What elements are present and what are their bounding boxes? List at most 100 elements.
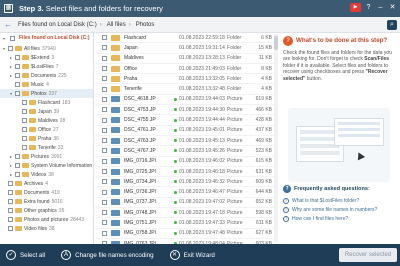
close-icon[interactable]: ✕ — [388, 3, 397, 12]
file-row[interactable]: IMG_0758.JPG 01.08.2023 19:47:48 Picture 62… — [95, 229, 275, 239]
back-arrow-icon[interactable]: ← — [0, 20, 16, 29]
file-checkbox[interactable] — [102, 86, 107, 92]
youtube-icon[interactable]: ▶ — [350, 3, 361, 12]
tree-item[interactable]: Photos and pictures 28443 — [0, 215, 93, 224]
file-row[interactable]: Maldives 01.08.2023 13:28:13 Folder 11 KB — [95, 54, 275, 64]
tree-item[interactable]: ▾ All files 37940 — [0, 44, 93, 53]
tree-item-checkbox[interactable] — [22, 100, 27, 105]
file-checkbox[interactable] — [102, 158, 107, 164]
file-row[interactable]: IMG_0751.JPG 01.08.2023 19:47:33 Picture 61… — [95, 218, 275, 229]
scrollbar-thumb[interactable] — [274, 36, 278, 50]
help-icon[interactable]: ? — [364, 3, 373, 12]
chevron-down-icon[interactable]: ▾ — [3, 33, 7, 44]
tree-item[interactable]: Archives 4 — [0, 179, 93, 188]
tree-item[interactable]: Japan 39 — [0, 107, 93, 116]
chevron-down-icon[interactable]: ▾ — [10, 91, 14, 96]
file-checkbox[interactable] — [102, 148, 107, 154]
tree-item-checkbox[interactable] — [22, 109, 27, 114]
file-checkbox[interactable] — [102, 55, 107, 61]
change-encoding-button[interactable]: A Change file names encoding — [61, 250, 154, 260]
faq-link[interactable]: ? How can I find files here? — [283, 214, 397, 223]
select-all-button[interactable]: ✓ Select all — [6, 250, 45, 260]
tree-item-checkbox[interactable] — [15, 82, 20, 87]
file-row[interactable]: IMG_0716.JPG 01.08.2023 19:46:02 Picture 61… — [95, 157, 275, 167]
chevron-down-icon[interactable]: ▾ — [3, 46, 7, 51]
chevron-right-icon[interactable]: ▸ — [10, 154, 14, 159]
faq-link[interactable]: ? What is that $LostFiles folder? — [283, 196, 397, 205]
tree-item-checkbox[interactable] — [15, 163, 20, 168]
tree-item-checkbox[interactable] — [15, 154, 20, 159]
file-list-scrollbar[interactable] — [274, 34, 278, 242]
minimize-icon[interactable]: – — [376, 3, 385, 12]
tree-item-checkbox[interactable] — [22, 118, 27, 123]
file-checkbox[interactable] — [102, 199, 107, 205]
file-checkbox[interactable] — [102, 76, 107, 82]
file-row[interactable]: DSC_4753.JPG 01.08.2023 19:44:30Picture 46… — [95, 105, 275, 116]
exit-wizard-button[interactable]: ✕ Exit Wizard — [169, 250, 215, 260]
tree-item[interactable]: Office 27 — [0, 125, 93, 134]
file-row[interactable]: IMG_0725.JPG 01.08.2023 19:46:18 Picture 63… — [95, 167, 275, 178]
tree-item-checkbox[interactable] — [8, 217, 13, 222]
file-checkbox[interactable] — [102, 117, 107, 123]
breadcrumb-item[interactable]: All files — [107, 22, 126, 28]
chevron-right-icon[interactable]: ▸ — [10, 172, 14, 177]
file-checkbox[interactable] — [102, 127, 107, 133]
file-row[interactable]: DSC_4755.JPG 01.08.2023 19:44:44Picture 42… — [95, 115, 275, 126]
tree-item-checkbox[interactable] — [8, 199, 13, 204]
file-row[interactable]: IMG_0734.JPG 01.08.2023 19:46:32 Picture 60… — [95, 177, 275, 188]
file-row[interactable]: Japan 01.08.2023 19:31:14 Folder 15 KB — [95, 43, 275, 54]
tree-item[interactable]: Tenerife 33 — [0, 143, 93, 152]
tree-item-checkbox[interactable] — [15, 64, 20, 69]
tree-item-checkbox[interactable] — [8, 208, 13, 213]
tree-item[interactable]: Documents 419 — [0, 188, 93, 197]
tree-item[interactable]: Flashcard 183 — [0, 98, 93, 107]
tree-item-checkbox[interactable] — [15, 73, 20, 78]
tree-item[interactable]: Praha 36 — [0, 134, 93, 143]
breadcrumb-item[interactable]: Files found on Local Disk (C:) — [18, 22, 97, 28]
tree-item[interactable]: ▸ Documents 225 — [0, 71, 93, 80]
tree-item-checkbox[interactable] — [8, 226, 13, 231]
tree-item[interactable]: Extra found 5016 — [0, 197, 93, 206]
tree-item-checkbox[interactable] — [15, 91, 20, 96]
file-checkbox[interactable] — [102, 210, 107, 216]
recover-selected-button[interactable]: Recover selected — [339, 248, 397, 262]
file-row[interactable]: DSC_4763.JPG 01.08.2023 19:45:13Picture 46… — [95, 136, 275, 147]
file-checkbox[interactable] — [102, 66, 107, 72]
chevron-right-icon[interactable]: ▸ — [10, 73, 14, 78]
tree-item[interactable]: ▾ Photos 237 — [0, 89, 93, 98]
tree-item[interactable]: ▸ $Extend 3 — [0, 53, 93, 62]
tree-item-checkbox[interactable] — [22, 127, 27, 132]
search-icon[interactable]: ⌕ — [387, 20, 397, 30]
tree-item-checkbox[interactable] — [22, 145, 27, 150]
file-row[interactable]: IMG_0736.JPG 01.08.2023 19:46:47 Picture 64… — [95, 187, 275, 198]
file-checkbox[interactable] — [102, 107, 107, 113]
file-checkbox[interactable] — [102, 220, 107, 226]
tree-item-checkbox[interactable] — [15, 55, 20, 60]
tree-item-checkbox[interactable] — [8, 181, 13, 186]
tree-item[interactable]: ▸ $LostFiles 7 — [0, 62, 93, 71]
file-row[interactable]: Office 01.08.2023 21:49:03 Folder 8 KB — [95, 64, 275, 75]
tree-item[interactable]: Video files 38 — [0, 224, 93, 233]
file-row[interactable]: DSC_4618.JPG 01.08.2023 19:44:03Picture 61… — [95, 95, 275, 106]
file-checkbox[interactable] — [102, 230, 107, 236]
file-checkbox[interactable] — [102, 179, 107, 185]
file-checkbox[interactable] — [102, 138, 107, 144]
file-row[interactable]: DSC_4767.JPG 01.08.2023 19:45:26Picture 52… — [95, 146, 275, 157]
tree-header-checkbox[interactable] — [10, 36, 15, 41]
file-checkbox[interactable] — [102, 169, 107, 174]
file-row[interactable]: IMG_0748.JPG 01.08.2023 19:47:18 Picture 59… — [95, 208, 275, 219]
file-row[interactable]: IMG_0737.JPG 01.08.2023 19:47:02 Picture 65… — [95, 198, 275, 209]
file-checkbox[interactable] — [102, 189, 107, 195]
tree-item[interactable]: ▸System Volume Information2 — [0, 161, 93, 170]
file-row[interactable]: Flashcard 01.08.2023 22:59:18 Folder 6 KB — [95, 33, 275, 44]
tree-item[interactable]: Music 4 — [0, 80, 93, 89]
file-checkbox[interactable] — [102, 45, 107, 51]
tree-item-checkbox[interactable] — [8, 46, 13, 51]
chevron-right-icon[interactable]: ▸ — [10, 163, 14, 168]
file-checkbox[interactable] — [102, 96, 107, 102]
tree-header[interactable]: ▾ Files found on Local Disk (C:) — [0, 33, 93, 44]
file-row[interactable]: DSC_4761.JPG 01.08.2023 19:45:01Picture 43… — [95, 126, 275, 136]
file-row[interactable]: Praha 01.08.2023 13:32:05 Folder 4 KB — [95, 74, 275, 85]
tree-item-checkbox[interactable] — [15, 172, 20, 177]
tree-item[interactable]: ▸ Videos 38 — [0, 170, 93, 179]
